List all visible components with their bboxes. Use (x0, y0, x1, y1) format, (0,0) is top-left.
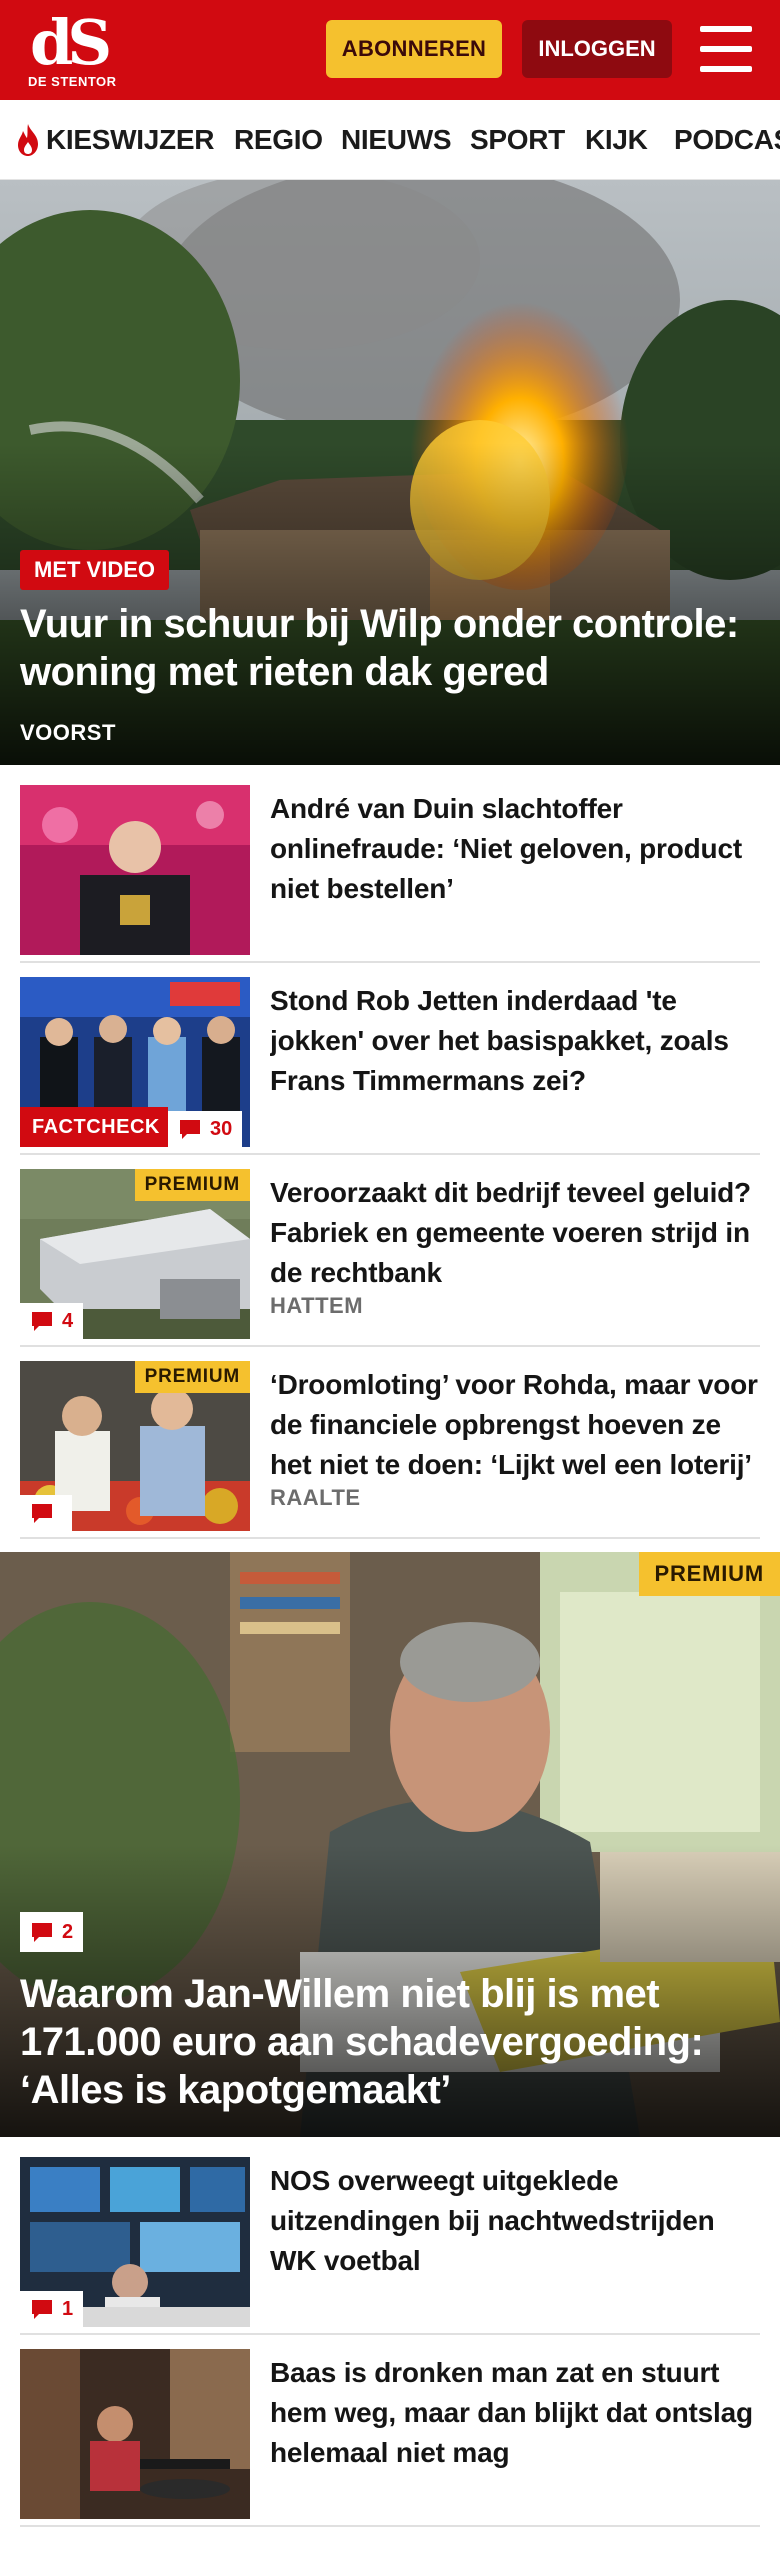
comment-count[interactable] (20, 1495, 72, 1531)
article-thumbnail (20, 785, 250, 955)
factcheck-tag: FACTCHECK (20, 1107, 168, 1147)
top-bar: dS DE STENTOR ABONNEREN INLOGGEN (0, 0, 780, 100)
premium-badge: PREMIUM (134, 1361, 250, 1393)
comment-count-value: 1 (62, 2297, 74, 2320)
logo-subtitle: DE STENTOR (28, 74, 117, 89)
subscribe-button[interactable]: ABONNEREN (326, 20, 502, 78)
comment-count-value: 4 (62, 1309, 74, 1332)
article-item[interactable]: PREMIUM ‘Droomloting’ voor Rohda, maar v… (20, 1361, 760, 1539)
comment-icon (32, 1312, 52, 1331)
premium-badge: PREMIUM (638, 1552, 780, 1596)
login-button[interactable]: INLOGGEN (522, 20, 672, 78)
hero-title[interactable]: Vuur in schuur bij Wilp onder controle: … (20, 600, 765, 696)
article-title[interactable]: Baas is dronken man zat en stuurt hem we… (270, 2353, 760, 2473)
factcheck-label: FACTCHECK (32, 1115, 160, 1138)
article-thumbnail: PREMIUM (20, 1361, 250, 1531)
nav-label: REGIO (234, 124, 323, 155)
article-item[interactable]: Baas is dronken man zat en stuurt hem we… (20, 2349, 760, 2527)
comment-count-value: 2 (62, 1920, 74, 1943)
flame-icon (18, 124, 38, 156)
article-title[interactable]: ‘Droomloting’ voor Rohda, maar voor de f… (270, 1365, 760, 1485)
comment-count[interactable]: 30 (168, 1111, 243, 1147)
article-item[interactable]: André van Duin slachtoffer onlinefraude:… (20, 785, 760, 963)
premium-badge: PREMIUM (134, 1169, 250, 1201)
nav-item-sport[interactable]: SPORT (470, 100, 565, 179)
article-title[interactable]: Veroorzaakt dit bedrijf teveel geluid? F… (270, 1173, 760, 1293)
article-title[interactable]: NOS overweegt uitgeklede uitzendingen bi… (270, 2161, 760, 2281)
comment-icon (32, 1504, 52, 1523)
article-item[interactable]: 1 NOS overweegt uitgeklede uitzendingen … (20, 2157, 760, 2335)
hero-article[interactable]: MET VIDEO Vuur in schuur bij Wilp onder … (0, 180, 780, 765)
article-thumbnail: 1 (20, 2157, 250, 2327)
comment-icon (32, 2300, 52, 2319)
nav-item-regio[interactable]: REGIO (234, 100, 323, 179)
nav-item-kijk[interactable]: KIJK (585, 100, 648, 179)
nav-label: SPORT (470, 124, 565, 155)
feature-title[interactable]: Waarom Jan-Willem niet blij is met 171.0… (20, 1970, 760, 2114)
thumbnail-image (20, 785, 250, 955)
comment-count[interactable]: 4 (20, 1303, 84, 1339)
article-thumbnail: PREMIUM 4 (20, 1169, 250, 1339)
article-title[interactable]: André van Duin slachtoffer onlinefraude:… (270, 789, 760, 909)
comment-count-value: 30 (210, 1117, 233, 1140)
hero-location: VOORST (20, 720, 116, 745)
nav-label: PODCASTS (674, 124, 780, 155)
article-thumbnail (20, 2349, 250, 2519)
video-badge: MET VIDEO (20, 550, 170, 590)
nav-item-nieuws[interactable]: NIEUWS (341, 100, 452, 179)
article-title[interactable]: Stond Rob Jetten inderdaad 'te jokken' o… (270, 981, 760, 1101)
comment-count[interactable]: 1 (20, 2291, 84, 2327)
nav-label: KIJK (585, 124, 648, 155)
article-thumbnail: FACTCHECK 30 (20, 977, 250, 1147)
nav-item-podcasts[interactable]: PODCASTS (674, 100, 780, 179)
comment-count[interactable]: 2 (20, 1912, 84, 1952)
site-logo[interactable]: dS DE STENTOR (28, 6, 117, 90)
hamburger-menu-icon[interactable] (700, 26, 752, 72)
comment-icon (32, 1923, 52, 1942)
nav-label: NIEUWS (341, 124, 452, 155)
thumbnail-image (20, 2349, 250, 2519)
feature-article[interactable]: PREMIUM 2 Waarom Jan-Willem niet blij is… (0, 1552, 780, 2137)
nav-label: KIESWIJZER (46, 124, 215, 155)
section-nav: KIESWIJZER REGIO NIEUWS SPORT KIJK PODCA… (0, 100, 780, 180)
logo-mark: dS (30, 6, 112, 79)
article-location: HATTEM (270, 1293, 364, 1318)
article-location: RAALTE (270, 1485, 361, 1510)
nav-item-kieswijzer[interactable]: KIESWIJZER (14, 100, 215, 179)
comment-icon (180, 1120, 200, 1139)
article-item[interactable]: PREMIUM 4 Veroorzaakt dit bedrijf teveel… (20, 1169, 760, 1347)
article-item[interactable]: FACTCHECK 30 Stond Rob Jetten inderdaad … (20, 977, 760, 1155)
